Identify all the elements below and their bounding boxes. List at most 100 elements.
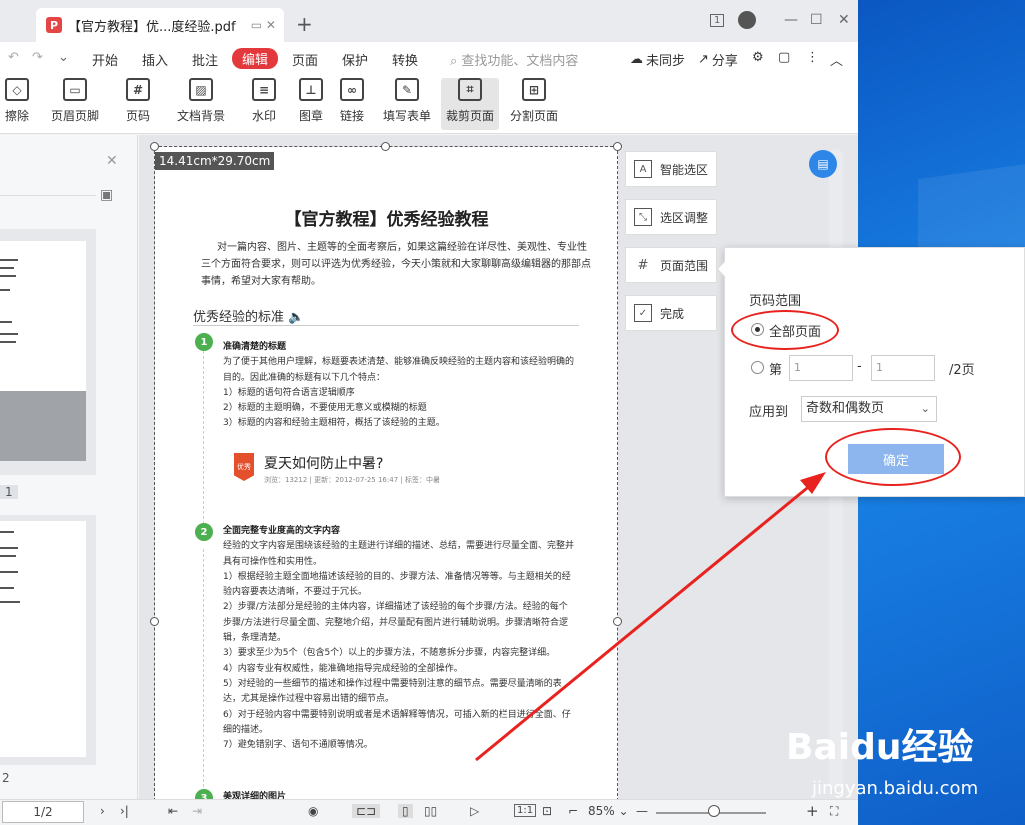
status-bar: ‹ 1/2 › ›| ⇤ ⇥ ◉ ⊏⊐ ▯ ▯▯ ▷ 1:1 ⊡ ⌐ 85% ⌄… xyxy=(0,799,858,825)
fit-page-icon[interactable]: ⊡ xyxy=(542,804,552,818)
baidu-watermark: Baidu经验 xyxy=(786,727,974,768)
close-sidebar-icon[interactable]: ✕ xyxy=(106,153,118,169)
hash-icon: # xyxy=(126,78,150,101)
page-badge-text: 1 xyxy=(710,13,725,27)
crop-handle-top[interactable] xyxy=(381,142,390,151)
share-label: 分享 xyxy=(711,54,738,69)
crop-handle-left[interactable] xyxy=(150,617,159,626)
done-button[interactable]: ✓ 完成 xyxy=(625,295,717,331)
stamp-tool[interactable]: ⊥ 图章 xyxy=(294,78,328,130)
background-tool[interactable]: ▨ 文档背景 xyxy=(170,78,232,130)
image-icon[interactable]: ▣ xyxy=(100,187,113,203)
menu-annotate[interactable]: 批注 xyxy=(192,50,218,69)
menu-insert[interactable]: 插入 xyxy=(142,50,168,69)
quick-menu-icon[interactable]: ⌄ xyxy=(58,50,69,65)
redo-icon[interactable]: ↷ xyxy=(32,50,43,65)
fullscreen-icon[interactable]: ⛶ xyxy=(830,804,838,819)
next-page-icon[interactable]: › xyxy=(100,804,105,818)
baidu-watermark-url: jingyan.baidu.com xyxy=(812,778,979,799)
undo-icon[interactable]: ↶ xyxy=(8,50,19,65)
forward-icon[interactable]: ⇥ xyxy=(192,804,202,818)
crop-page-tool[interactable]: ⌗ 裁剪页面 xyxy=(441,78,499,130)
collapse-icon[interactable]: ︿ xyxy=(830,50,843,69)
crop-page-label: 裁剪页面 xyxy=(445,109,494,123)
settings-icon[interactable]: ⚙ xyxy=(752,50,764,65)
crop-handle-tl[interactable] xyxy=(150,142,159,151)
minimize-icon[interactable]: — xyxy=(784,10,798,30)
done-label: 完成 xyxy=(660,306,685,321)
more-icon[interactable]: ⋮ xyxy=(806,50,819,65)
page-number-input[interactable]: 1/2 xyxy=(2,801,84,823)
floating-tool-icon[interactable]: ▤ xyxy=(809,150,837,178)
single-page-icon[interactable]: ▯ xyxy=(398,804,413,818)
zoom-slider-knob[interactable] xyxy=(708,805,720,817)
annotation-circle-all-pages xyxy=(731,310,839,350)
play-icon[interactable]: ▷ xyxy=(470,804,479,818)
menu-page[interactable]: 页面 xyxy=(292,50,318,69)
eye-icon[interactable]: ◉ xyxy=(308,804,318,818)
page-thumbnail-1[interactable] xyxy=(0,229,96,475)
avatar[interactable] xyxy=(738,10,756,30)
smart-select-button[interactable]: A 智能选区 xyxy=(625,151,717,187)
page-number-tool[interactable]: # 页码 xyxy=(118,78,158,130)
new-tab-button[interactable]: + xyxy=(296,12,313,36)
cloud-icon: ☁ xyxy=(630,52,643,67)
crop-handle-tr[interactable] xyxy=(613,142,622,151)
menu-protect[interactable]: 保护 xyxy=(342,50,368,69)
fit-width-icon[interactable]: ⊏⊐ xyxy=(352,804,381,818)
watermark-tool[interactable]: ≡ 水印 xyxy=(244,78,284,130)
tab-screen-icon[interactable]: ▭ ✕ xyxy=(251,18,276,32)
page-label-2: 2 xyxy=(2,771,10,785)
erase-tool[interactable]: ◇ 擦除 xyxy=(0,78,34,130)
annotation-circle-confirm xyxy=(825,428,961,486)
last-page-icon[interactable]: ›| xyxy=(120,804,129,818)
link-label: 链接 xyxy=(339,109,364,123)
crop-handle-right[interactable] xyxy=(613,617,622,626)
zoom-out-icon[interactable]: — xyxy=(636,804,648,818)
document-tab[interactable]: P 【官方教程】优...度经验.pdf ▭ ✕ xyxy=(36,8,284,42)
link-tool[interactable]: ∞ 链接 xyxy=(332,78,372,130)
actual-size-icon[interactable]: 1:1 xyxy=(514,804,537,817)
watermark-icon: ≡ xyxy=(252,78,276,101)
rotate-icon[interactable]: ⌐ xyxy=(568,804,578,818)
background-icon: ▨ xyxy=(189,78,213,101)
thumbnail-page xyxy=(0,521,86,757)
search-icon: ⌕ xyxy=(450,54,462,69)
share-button[interactable]: ↗ 分享 xyxy=(698,50,738,69)
sync-label: 未同步 xyxy=(646,54,686,69)
maximize-icon[interactable]: ☐ xyxy=(810,10,823,30)
menu-edit[interactable]: 编辑 xyxy=(232,48,279,69)
page-range-button[interactable]: # 页面范围 xyxy=(625,247,717,283)
crop-selection-box[interactable] xyxy=(154,146,618,806)
erase-label: 擦除 xyxy=(4,109,29,123)
apply-to-select[interactable]: 奇数和偶数页 ⌄ xyxy=(801,396,937,422)
edit-toolbar: ◇ 擦除 ▭ 页眉页脚 # 页码 ▨ 文档背景 ≡ 水印 ⊥ 图章 ∞ 链接 ✎ 填写表单 ⌗ 裁… xyxy=(0,74,858,134)
adjust-selection-button[interactable]: ⤡ 选区调整 xyxy=(625,199,717,235)
page-range-title: 页码范围 xyxy=(749,294,802,309)
smart-select-label: 智能选区 xyxy=(660,162,709,177)
menu-convert[interactable]: 转换 xyxy=(392,50,418,69)
zoom-in-icon[interactable]: + xyxy=(806,802,819,820)
range-to-input[interactable]: 1 xyxy=(871,355,935,381)
page-count-badge[interactable]: 1 xyxy=(710,10,725,30)
page-thumbnail-2[interactable] xyxy=(0,515,96,765)
sync-button[interactable]: ☁ 未同步 xyxy=(630,50,685,69)
search-box[interactable]: ⌕ 查找功能、文档内容 xyxy=(450,50,578,69)
zoom-level[interactable]: 85% ⌄ xyxy=(588,804,629,818)
back-icon[interactable]: ⇤ xyxy=(168,804,178,818)
header-footer-label: 页眉页脚 xyxy=(50,109,99,123)
close-icon[interactable]: ✕ xyxy=(838,10,850,30)
header-footer-tool[interactable]: ▭ 页眉页脚 xyxy=(46,78,104,130)
custom-range-radio[interactable] xyxy=(751,361,764,374)
menu-start[interactable]: 开始 xyxy=(92,50,118,69)
split-page-tool[interactable]: ⊞ 分割页面 xyxy=(506,78,562,130)
range-from-input[interactable]: 1 xyxy=(789,355,853,381)
search-placeholder: 查找功能、文档内容 xyxy=(461,54,579,69)
double-page-icon[interactable]: ▯▯ xyxy=(424,804,437,818)
pdf-file-icon: P xyxy=(46,17,62,33)
thumbnail-page xyxy=(0,241,86,391)
hash-icon: # xyxy=(637,257,649,273)
comment-icon[interactable]: ▢ xyxy=(778,50,790,65)
fill-form-tool[interactable]: ✎ 填写表单 xyxy=(380,78,434,130)
page-number-label: 页码 xyxy=(125,109,150,123)
